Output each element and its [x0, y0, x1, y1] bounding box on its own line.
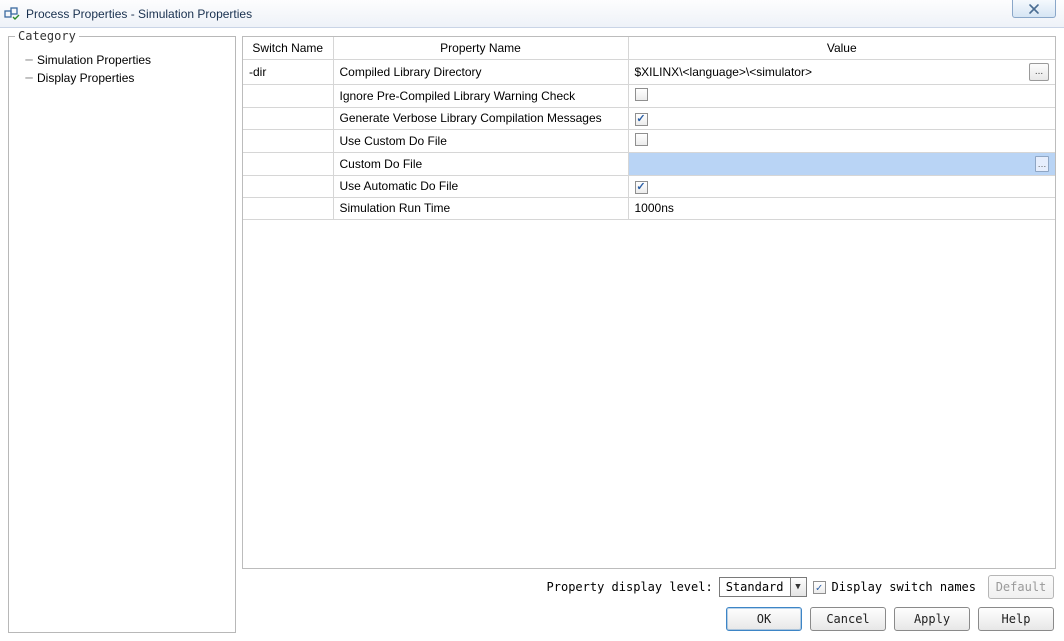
table-row[interactable]: -dirCompiled Library Directory$XILINX\<l… — [243, 59, 1055, 84]
help-button[interactable]: Help — [978, 607, 1054, 631]
ok-button[interactable]: OK — [726, 607, 802, 631]
category-item-label: Simulation Properties — [35, 53, 153, 67]
cell-value[interactable] — [628, 84, 1055, 107]
table-row[interactable]: Custom Do File … — [243, 152, 1055, 175]
app-icon — [4, 6, 20, 22]
properties-table: Switch Name Property Name Value -dirComp… — [243, 37, 1055, 220]
default-button[interactable]: Default — [988, 575, 1054, 599]
close-button[interactable] — [1012, 0, 1056, 18]
properties-panel: Switch Name Property Name Value -dirComp… — [242, 36, 1056, 633]
category-item-label: Display Properties — [35, 71, 136, 85]
cell-property-name: Simulation Run Time — [333, 197, 628, 219]
chevron-down-icon: ▼ — [790, 578, 806, 596]
cell-switch — [243, 152, 333, 175]
cell-property-name: Generate Verbose Library Compilation Mes… — [333, 107, 628, 129]
cell-switch — [243, 84, 333, 107]
apply-button[interactable]: Apply — [894, 607, 970, 631]
tree-branch-icon: ─ — [23, 53, 35, 67]
cell-property-name: Compiled Library Directory — [333, 59, 628, 84]
cell-property-name: Custom Do File — [333, 152, 628, 175]
browse-button[interactable]: ... — [1029, 63, 1049, 81]
cell-switch — [243, 175, 333, 197]
table-header-row: Switch Name Property Name Value — [243, 37, 1055, 59]
col-header-property[interactable]: Property Name — [333, 37, 628, 59]
display-level-combo[interactable]: Standard ▼ — [719, 577, 807, 597]
cell-property-name: Use Automatic Do File — [333, 175, 628, 197]
cell-value[interactable] — [628, 107, 1055, 129]
category-panel: Category ─ Simulation Properties ─ Displ… — [8, 36, 236, 633]
display-level-label: Property display level: — [547, 580, 713, 594]
cell-switch: -dir — [243, 59, 333, 84]
display-switch-names-checkbox[interactable] — [813, 581, 826, 594]
cancel-button[interactable]: Cancel — [810, 607, 886, 631]
category-groupbox: Category ─ Simulation Properties ─ Displ… — [8, 36, 236, 633]
category-item-display-properties[interactable]: ─ Display Properties — [19, 69, 225, 87]
category-legend: Category — [15, 29, 79, 43]
controls-row: Property display level: Standard ▼ Displ… — [242, 569, 1056, 603]
table-row[interactable]: Ignore Pre-Compiled Library Warning Chec… — [243, 84, 1055, 107]
cell-value[interactable]: $XILINX\<language>\<simulator>... — [628, 59, 1055, 84]
cell-property-name: Use Custom Do File — [333, 129, 628, 152]
window-title: Process Properties - Simulation Properti… — [26, 7, 252, 21]
category-item-simulation-properties[interactable]: ─ Simulation Properties — [19, 51, 225, 69]
tree-branch-icon: ─ — [23, 71, 35, 85]
checkbox[interactable] — [635, 181, 648, 194]
properties-table-container: Switch Name Property Name Value -dirComp… — [242, 36, 1056, 569]
col-header-switch[interactable]: Switch Name — [243, 37, 333, 59]
cell-value[interactable] — [628, 129, 1055, 152]
dialog-button-row: OK Cancel Apply Help — [242, 603, 1056, 633]
display-level-value: Standard — [720, 578, 790, 596]
checkbox[interactable] — [635, 113, 648, 126]
cell-switch — [243, 107, 333, 129]
value-text[interactable]: $XILINX\<language>\<simulator> — [635, 65, 1026, 79]
cell-switch — [243, 129, 333, 152]
checkbox[interactable] — [635, 88, 648, 101]
table-row[interactable]: Simulation Run Time1000ns — [243, 197, 1055, 219]
title-bar: Process Properties - Simulation Properti… — [0, 0, 1064, 28]
cell-value[interactable]: 1000ns — [628, 197, 1055, 219]
table-row[interactable]: Use Custom Do File — [243, 129, 1055, 152]
cell-value[interactable]: … — [628, 152, 1055, 175]
checkbox[interactable] — [635, 133, 648, 146]
category-tree: ─ Simulation Properties ─ Display Proper… — [13, 47, 231, 91]
browse-button[interactable]: … — [1035, 156, 1049, 172]
window-controls — [1012, 0, 1056, 18]
cell-value[interactable] — [628, 175, 1055, 197]
display-switch-names-label: Display switch names — [832, 580, 977, 594]
cell-switch — [243, 197, 333, 219]
table-row[interactable]: Use Automatic Do File — [243, 175, 1055, 197]
col-header-value[interactable]: Value — [628, 37, 1055, 59]
dialog-body: Category ─ Simulation Properties ─ Displ… — [0, 28, 1064, 641]
cell-property-name: Ignore Pre-Compiled Library Warning Chec… — [333, 84, 628, 107]
table-row[interactable]: Generate Verbose Library Compilation Mes… — [243, 107, 1055, 129]
